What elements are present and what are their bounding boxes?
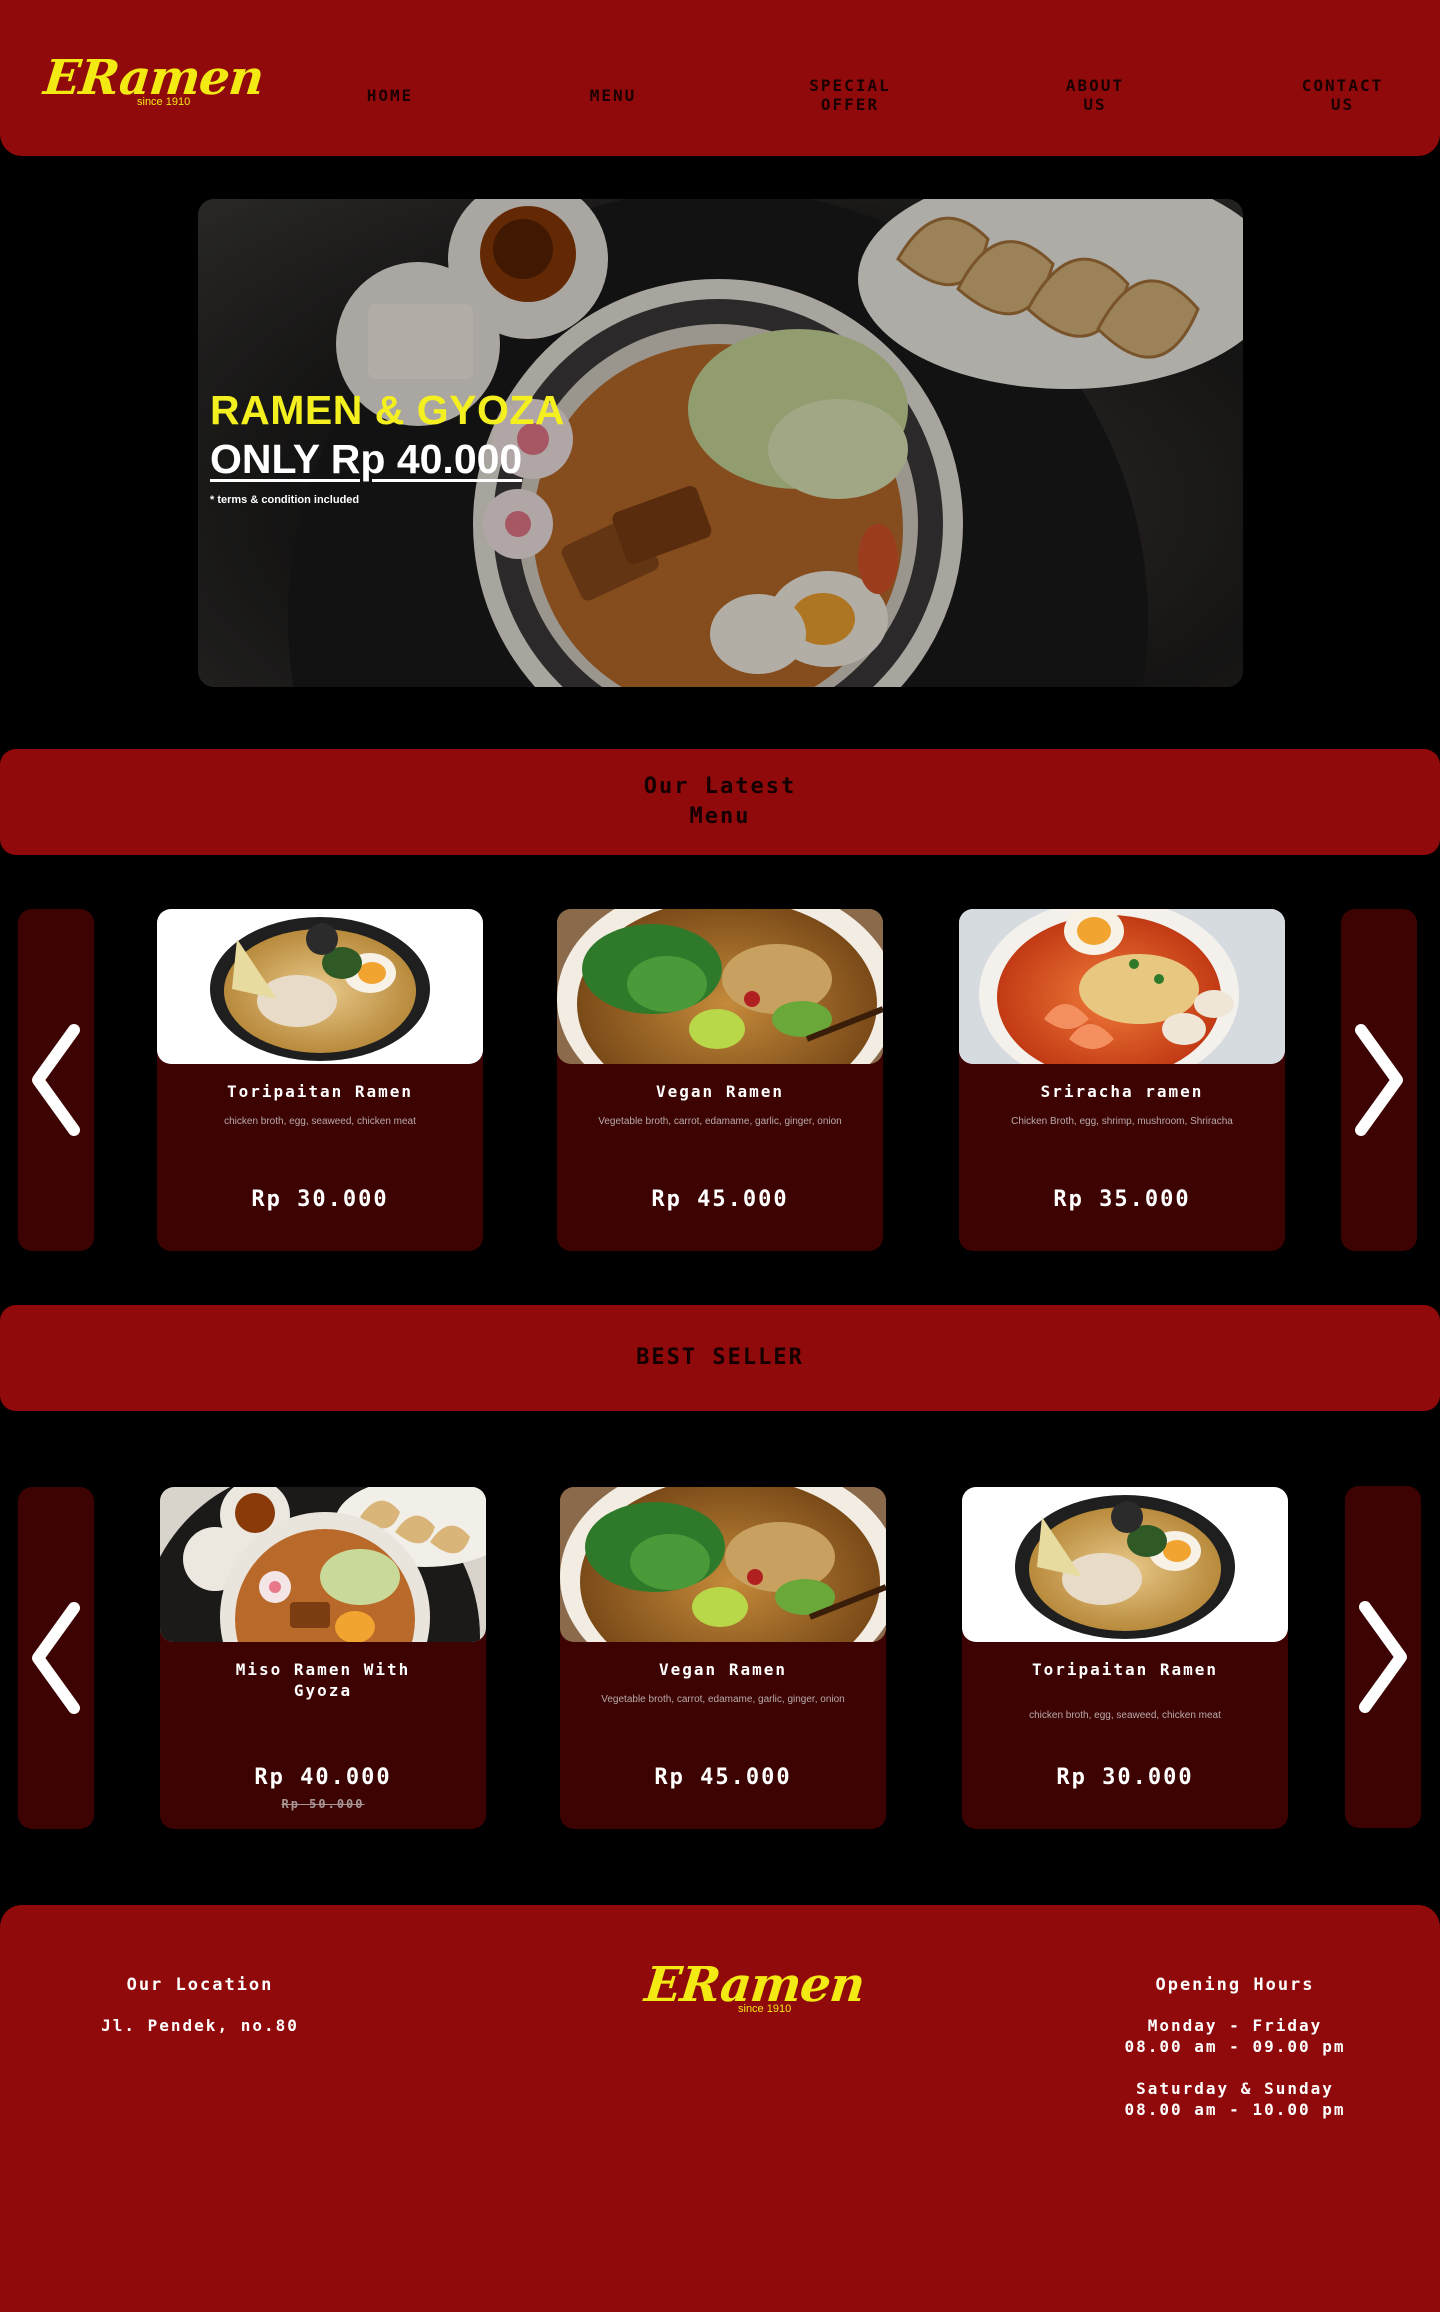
card-description: chicken broth, egg, seaweed, chicken mea… (1029, 1710, 1221, 1721)
bestseller-next-button[interactable] (1345, 1486, 1421, 1828)
site-header: ERamen since 1910 HOME MENU SPECIAL OFFE… (0, 0, 1440, 156)
card-price: Rp 45.000 (654, 1765, 792, 1790)
card-price: Rp 30.000 (251, 1187, 389, 1212)
location-heading: Our Location (126, 1975, 274, 1995)
latest-next-button[interactable] (1341, 909, 1417, 1251)
card-name: Toripaitan Ramen (1031, 1660, 1219, 1679)
nav-about-us[interactable]: ABOUT US (1030, 76, 1160, 114)
card-image-vegan (560, 1487, 886, 1642)
weekend-label: Saturday & Sunday (1136, 2079, 1334, 2098)
card-image-vegan (557, 909, 883, 1064)
brand-logo[interactable]: ERamen since 1910 (41, 50, 266, 114)
card-name: Toripaitan Ramen (226, 1082, 414, 1101)
card-description: chicken broth, egg, seaweed, chicken mea… (224, 1116, 416, 1127)
bestseller-card-3[interactable]: Toripaitan Ramen chicken broth, egg, sea… (962, 1487, 1288, 1829)
nav-home[interactable]: HOME (330, 86, 450, 105)
nav-contact-us[interactable]: CONTACT US (1270, 76, 1415, 114)
nav-menu[interactable]: MENU (553, 86, 673, 105)
card-name: Sriracha ramen (1040, 1082, 1204, 1101)
chevron-left-icon (32, 1024, 80, 1136)
card-price: Rp 30.000 (1056, 1765, 1194, 1790)
card-name: Vegan Ramen (656, 1082, 784, 1101)
location-address[interactable]: Jl. Pendek, no.80 (60, 2015, 340, 2036)
card-image-sriracha (959, 909, 1285, 1064)
card-image-miso-gyoza (160, 1487, 486, 1642)
latest-card-1[interactable]: Toripaitan Ramen chicken broth, egg, sea… (157, 909, 483, 1251)
card-price: Rp 40.000 (254, 1765, 392, 1790)
chevron-left-icon (32, 1602, 80, 1714)
card-description: Vegetable broth, carrot, edamame, garlic… (601, 1694, 845, 1705)
footer-brand-logo[interactable]: ERamen since 1910 (642, 1957, 867, 2021)
latest-card-3[interactable]: Sriracha ramen Chicken Broth, egg, shrim… (959, 909, 1285, 1251)
card-name: Miso Ramen With Gyoza (235, 1660, 411, 1700)
latest-card-2[interactable]: Vegan Ramen Vegetable broth, carrot, eda… (557, 909, 883, 1251)
card-image-toripaitan (962, 1487, 1288, 1642)
card-price: Rp 35.000 (1053, 1187, 1191, 1212)
hero-terms: * terms & condition included (210, 494, 360, 506)
weekend-hours: 08.00 am - 10.00 pm (1124, 2100, 1346, 2119)
weekday-hours: 08.00 am - 09.00 pm (1124, 2037, 1346, 2056)
hero-price: ONLY Rp 40.000 (210, 436, 523, 482)
chevron-right-icon (1355, 1024, 1403, 1136)
card-description: Vegetable broth, carrot, edamame, garlic… (598, 1116, 842, 1127)
brand-tagline: since 1910 (137, 96, 191, 108)
chevron-right-icon (1359, 1601, 1407, 1713)
card-name: Vegan Ramen (659, 1660, 787, 1679)
latest-menu-heading: Our Latest Menu (0, 749, 1440, 855)
site-footer: Our Location Jl. Pendek, no.80 ERamen si… (0, 1905, 1440, 2312)
nav-special-offer[interactable]: SPECIAL OFFER (780, 76, 920, 114)
weekday-label: Monday - Friday (1147, 2016, 1323, 2035)
card-description: Chicken Broth, egg, shrimp, mushroom, Sh… (1011, 1116, 1233, 1127)
card-image-toripaitan (157, 909, 483, 1064)
footer-brand-tagline: since 1910 (738, 2003, 792, 2015)
hero-banner[interactable]: RAMEN & GYOZA ONLY Rp 40.000 * terms & c… (198, 199, 1243, 687)
hero-title: RAMEN & GYOZA (210, 387, 565, 433)
bestseller-card-1[interactable]: Miso Ramen With Gyoza Rp 40.000 Rp 50.00… (160, 1487, 486, 1829)
card-price: Rp 45.000 (651, 1187, 789, 1212)
bestseller-prev-button[interactable] (18, 1487, 94, 1829)
bestseller-card-2[interactable]: Vegan Ramen Vegetable broth, carrot, eda… (560, 1487, 886, 1829)
hours-heading: Opening Hours (1155, 1975, 1315, 1995)
card-old-price: Rp 50.000 (281, 1797, 365, 1811)
best-seller-heading: BEST SELLER (0, 1305, 1440, 1411)
latest-prev-button[interactable] (18, 909, 94, 1251)
